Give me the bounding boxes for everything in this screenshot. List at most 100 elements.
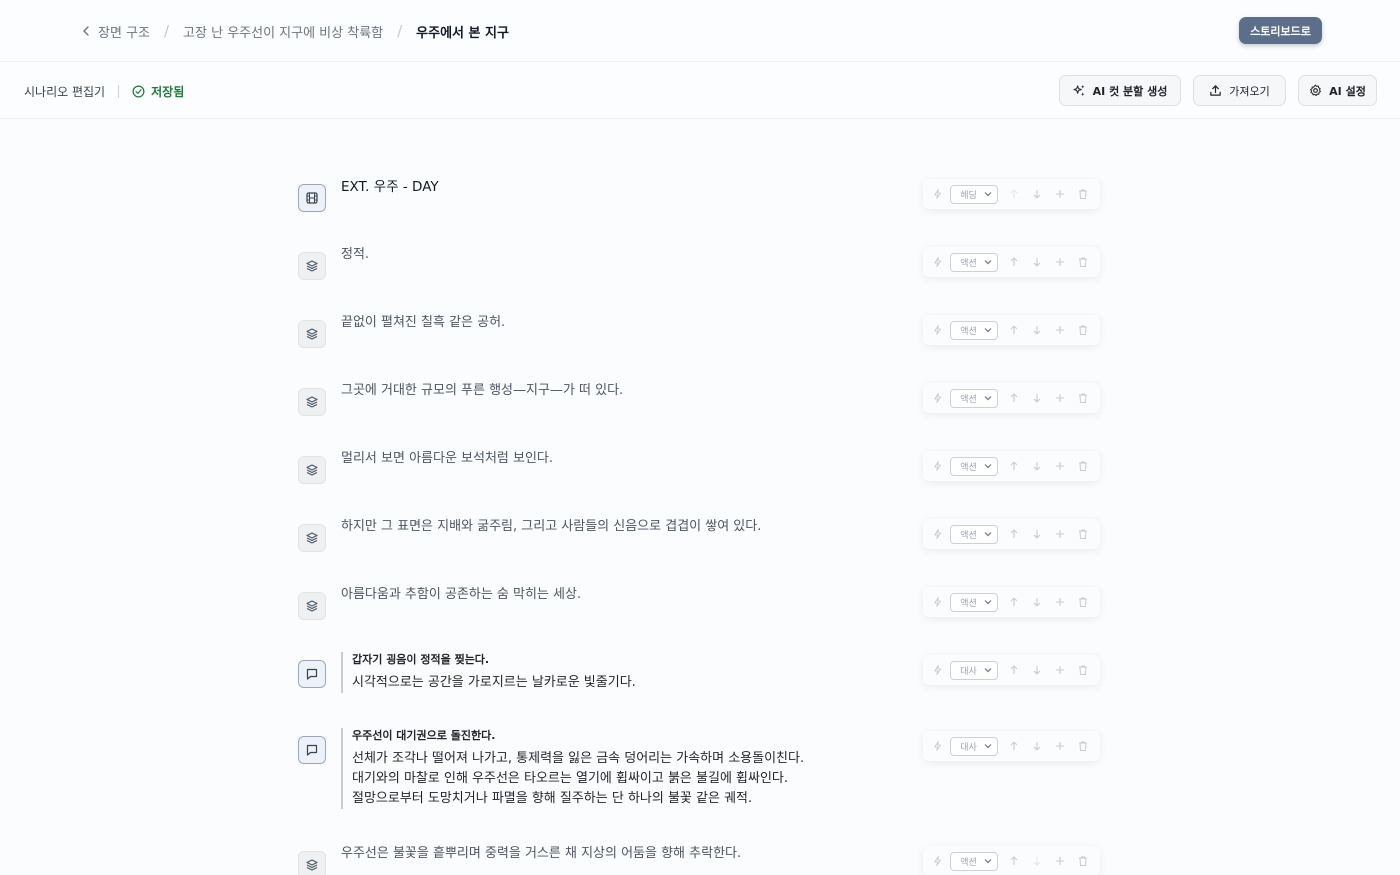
block-type-select[interactable]: 대사	[950, 736, 998, 756]
move-up-button[interactable]	[1008, 596, 1020, 608]
move-up-button[interactable]	[1008, 460, 1020, 472]
add-block-button[interactable]	[1054, 740, 1066, 752]
block-type-select[interactable]: 액션	[950, 320, 998, 340]
bolt-icon[interactable]	[932, 855, 943, 867]
delete-block-button[interactable]	[1077, 740, 1089, 752]
block-type-select[interactable]: 액션	[950, 592, 998, 612]
ai-settings-button[interactable]: AI 설정	[1298, 75, 1377, 106]
block-text[interactable]: 그곳에 거대한 규모의 푸른 행성—지구—가 떠 있다.	[341, 381, 623, 401]
bolt-icon[interactable]	[932, 528, 943, 540]
add-block-button[interactable]	[1054, 664, 1066, 676]
block-type-button[interactable]	[298, 388, 326, 416]
breadcrumb-item-scene[interactable]: 고장 난 우주선이 지구에 비상 착륙함	[183, 22, 383, 41]
move-down-button[interactable]	[1031, 392, 1043, 404]
add-block-button[interactable]	[1054, 324, 1066, 336]
delete-block-button[interactable]	[1077, 855, 1089, 867]
block-text[interactable]: EXT. 우주 - DAY	[341, 177, 439, 197]
delete-block-button[interactable]	[1077, 256, 1089, 268]
block-type-button[interactable]	[298, 456, 326, 484]
block-text[interactable]: 멀리서 보면 아름다운 보석처럼 보인다.	[341, 449, 553, 469]
block-type-select[interactable]: 대사	[950, 660, 998, 680]
block-text[interactable]: 끝없이 펼쳐진 칠흑 같은 공허.	[341, 313, 505, 333]
block-type-select[interactable]: 헤딩	[950, 184, 998, 204]
editor-toolbar: 시나리오 편집기 저장됨 AI 컷 분할 생성 가져오기 AI 설정	[0, 62, 1400, 119]
move-up-button[interactable]	[1008, 324, 1020, 336]
block-type-button[interactable]	[298, 736, 326, 764]
block-type-select[interactable]: 액션	[950, 252, 998, 272]
move-up-button[interactable]	[1008, 855, 1020, 867]
move-up-button[interactable]	[1008, 188, 1020, 200]
move-down-button[interactable]	[1031, 740, 1043, 752]
block-type-button[interactable]	[298, 660, 326, 688]
arrow-down-icon	[1033, 394, 1041, 403]
move-up-button[interactable]	[1008, 740, 1020, 752]
delete-block-button[interactable]	[1077, 392, 1089, 404]
move-down-button[interactable]	[1031, 460, 1043, 472]
bolt-icon[interactable]	[932, 324, 943, 336]
add-block-button[interactable]	[1054, 460, 1066, 472]
move-down-button[interactable]	[1031, 256, 1043, 268]
block-text[interactable]: 정적.	[341, 245, 369, 265]
layers-icon	[306, 328, 318, 340]
move-up-button[interactable]	[1008, 256, 1020, 268]
block-type-select[interactable]: 액션	[950, 388, 998, 408]
block-type-button[interactable]	[298, 592, 326, 620]
trash-icon	[1079, 325, 1087, 335]
add-block-button[interactable]	[1054, 256, 1066, 268]
move-down-button[interactable]	[1031, 528, 1043, 540]
chevron-down-icon	[984, 396, 992, 401]
bolt-icon[interactable]	[932, 740, 943, 752]
ai-cut-split-button[interactable]: AI 컷 분할 생성	[1059, 75, 1181, 106]
import-button[interactable]: 가져오기	[1193, 75, 1286, 106]
dialogue-content[interactable]: 우주선이 대기권으로 돌진한다. 선체가 조각나 떨어져 나가고, 통제력을 잃…	[341, 728, 804, 809]
move-down-button[interactable]	[1031, 855, 1043, 867]
move-up-button[interactable]	[1008, 528, 1020, 540]
toolbar-divider	[118, 84, 120, 98]
add-block-button[interactable]	[1054, 188, 1066, 200]
block-type-select[interactable]: 액션	[950, 456, 998, 476]
block-type-select[interactable]: 액션	[950, 851, 998, 871]
storyboard-button[interactable]: 스토리보드로	[1239, 17, 1322, 44]
delete-block-button[interactable]	[1077, 596, 1089, 608]
add-block-button[interactable]	[1054, 596, 1066, 608]
delete-block-button[interactable]	[1077, 188, 1089, 200]
arrow-up-icon	[1010, 741, 1018, 750]
block-type-button[interactable]	[298, 524, 326, 552]
arrow-down-icon	[1033, 258, 1041, 267]
block-type-button[interactable]	[298, 320, 326, 348]
bolt-icon[interactable]	[932, 256, 943, 268]
block-type-button[interactable]	[298, 252, 326, 280]
block-type-select[interactable]: 액션	[950, 524, 998, 544]
block-text[interactable]: 하지만 그 표면은 지배와 굶주림, 그리고 사람들의 신음으로 겹겹이 쌓여 …	[341, 517, 761, 537]
add-block-button[interactable]	[1054, 392, 1066, 404]
breadcrumb-back-link[interactable]: 장면 구조	[80, 22, 150, 41]
bolt-icon[interactable]	[932, 392, 943, 404]
dialogue-content[interactable]: 갑자기 굉음이 정적을 찢는다. 시각적으로는 공간을 가로지르는 날카로운 빛…	[341, 652, 636, 693]
gear-icon	[1310, 84, 1322, 97]
plus-icon	[1056, 666, 1064, 674]
move-down-button[interactable]	[1031, 664, 1043, 676]
delete-block-button[interactable]	[1077, 664, 1089, 676]
trash-icon	[1079, 393, 1087, 403]
delete-block-button[interactable]	[1077, 528, 1089, 540]
block-type-select-value: 액션	[960, 462, 977, 473]
move-up-button[interactable]	[1008, 392, 1020, 404]
move-up-button[interactable]	[1008, 664, 1020, 676]
bolt-icon[interactable]	[932, 664, 943, 676]
block-type-button[interactable]	[298, 851, 326, 875]
move-down-button[interactable]	[1031, 188, 1043, 200]
bolt-icon[interactable]	[932, 460, 943, 472]
add-block-button[interactable]	[1054, 528, 1066, 540]
move-down-button[interactable]	[1031, 596, 1043, 608]
bolt-icon[interactable]	[932, 596, 943, 608]
block-text[interactable]: 아름다움과 추함이 공존하는 숨 막히는 세상.	[341, 585, 581, 605]
block-text[interactable]: 우주선은 불꽃을 흩뿌리며 중력을 거스른 채 지상의 어둠을 향해 추락한다.	[341, 844, 741, 864]
layers-icon	[306, 859, 318, 871]
block-controls: 대사	[923, 731, 1100, 761]
block-type-button[interactable]	[298, 184, 326, 212]
add-block-button[interactable]	[1054, 855, 1066, 867]
delete-block-button[interactable]	[1077, 460, 1089, 472]
delete-block-button[interactable]	[1077, 324, 1089, 336]
move-down-button[interactable]	[1031, 324, 1043, 336]
bolt-icon[interactable]	[932, 188, 943, 200]
